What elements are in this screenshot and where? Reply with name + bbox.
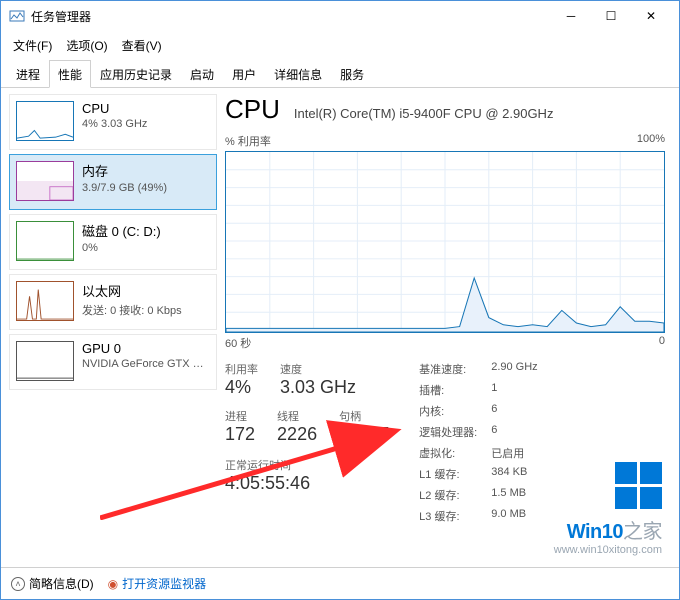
tab-processes[interactable]: 进程: [7, 60, 49, 88]
footer-bar: ˄ 简略信息(D) ◉ 打开资源监视器: [1, 567, 679, 599]
spec-base-speed-label: 基准速度:: [419, 361, 477, 377]
stat-utilization-label: 利用率: [225, 361, 258, 377]
spec-sockets: 1: [491, 382, 537, 398]
stat-threads: 2226: [277, 424, 317, 445]
sidebar-item-ethernet[interactable]: 以太网 发送: 0 接收: 0 Kbps: [9, 274, 217, 330]
spec-sockets-label: 插槽:: [419, 382, 477, 398]
spec-virt: 已启用: [491, 445, 537, 461]
menu-options[interactable]: 选项(O): [62, 35, 111, 56]
spec-l3-label: L3 缓存:: [419, 508, 477, 524]
cpu-model: Intel(R) Core(TM) i5-9400F CPU @ 2.90GHz: [294, 106, 554, 121]
spec-base-speed: 2.90 GHz: [491, 361, 537, 377]
tab-bar: 进程 性能 应用历史记录 启动 用户 详细信息 服务: [1, 60, 679, 88]
window-title: 任务管理器: [31, 8, 551, 25]
spec-l2-label: L2 缓存:: [419, 487, 477, 503]
menu-file[interactable]: 文件(F): [9, 35, 56, 56]
stat-speed: 3.03 GHz: [280, 377, 356, 398]
sidebar-item-label: 磁盘 0 (C: D:): [82, 221, 161, 240]
maximize-button[interactable]: ☐: [591, 2, 631, 30]
sidebar-item-label: 以太网: [82, 281, 182, 300]
spec-l1: 384 KB: [491, 466, 537, 482]
spec-cores: 6: [491, 403, 537, 419]
titlebar: 任务管理器 ─ ☐ ✕: [1, 1, 679, 31]
minimize-button[interactable]: ─: [551, 2, 591, 30]
main-panel: CPU Intel(R) Core(TM) i5-9400F CPU @ 2.9…: [223, 94, 671, 563]
stat-handles: 81507: [339, 424, 389, 445]
tab-performance[interactable]: 性能: [49, 60, 91, 88]
stat-threads-label: 线程: [277, 408, 317, 424]
stat-uptime: 4:05:55:46: [225, 473, 389, 494]
sidebar-item-label: CPU: [82, 101, 147, 116]
ethernet-thumbnail-icon: [16, 281, 74, 321]
chart-x-left: 60 秒: [225, 335, 251, 351]
sidebar-item-disk[interactable]: 磁盘 0 (C: D:) 0%: [9, 214, 217, 270]
chart-x-right: 0: [659, 335, 665, 351]
fewer-details-button[interactable]: ˄ 简略信息(D): [11, 575, 94, 592]
sidebar-item-cpu[interactable]: CPU 4% 3.03 GHz: [9, 94, 217, 150]
sidebar: CPU 4% 3.03 GHz 内存 3.9/7.9 GB (49%) 磁盘: [9, 94, 217, 563]
sidebar-item-sub: NVIDIA GeForce GTX … 1%: [82, 358, 210, 370]
app-icon: [9, 8, 25, 24]
collapse-icon: ˄: [11, 577, 25, 591]
resmon-icon: ◉: [108, 577, 118, 591]
menu-view[interactable]: 查看(V): [118, 35, 166, 56]
sidebar-item-gpu[interactable]: GPU 0 NVIDIA GeForce GTX … 1%: [9, 334, 217, 390]
spec-cores-label: 内核:: [419, 403, 477, 419]
stat-handles-label: 句柄: [339, 408, 389, 424]
spec-logical-label: 逻辑处理器:: [419, 424, 477, 440]
cpu-utilization-chart: [225, 151, 665, 333]
disk-thumbnail-icon: [16, 221, 74, 261]
stat-uptime-label: 正常运行时间: [225, 457, 389, 473]
sidebar-item-sub: 发送: 0 接收: 0 Kbps: [82, 302, 182, 318]
chart-y-label: % 利用率: [225, 133, 271, 149]
close-button[interactable]: ✕: [631, 2, 671, 30]
sidebar-item-sub: 0%: [82, 242, 161, 254]
stat-processes: 172: [225, 424, 255, 445]
sidebar-item-label: 内存: [82, 161, 167, 180]
spec-logical: 6: [491, 424, 537, 440]
sidebar-item-sub: 4% 3.03 GHz: [82, 118, 147, 130]
cpu-thumbnail-icon: [16, 101, 74, 141]
stat-utilization: 4%: [225, 377, 258, 398]
spec-l2: 1.5 MB: [491, 487, 537, 503]
chart-y-max: 100%: [637, 133, 665, 149]
spec-l1-label: L1 缓存:: [419, 466, 477, 482]
sidebar-item-memory[interactable]: 内存 3.9/7.9 GB (49%): [9, 154, 217, 210]
main-title: CPU: [225, 94, 280, 125]
open-resource-monitor-link[interactable]: ◉ 打开资源监视器: [108, 575, 207, 592]
tab-details[interactable]: 详细信息: [265, 60, 331, 88]
spec-l3: 9.0 MB: [491, 508, 537, 524]
tab-startup[interactable]: 启动: [181, 60, 223, 88]
tab-app-history[interactable]: 应用历史记录: [91, 60, 181, 88]
sidebar-item-label: GPU 0: [82, 341, 210, 356]
tab-services[interactable]: 服务: [331, 60, 373, 88]
stat-processes-label: 进程: [225, 408, 255, 424]
cpu-specs-grid: 基准速度:2.90 GHz 插槽:1 内核:6 逻辑处理器:6 虚拟化:已启用 …: [419, 361, 538, 524]
sidebar-item-sub: 3.9/7.9 GB (49%): [82, 182, 167, 194]
menubar: 文件(F) 选项(O) 查看(V): [1, 31, 679, 60]
gpu-thumbnail-icon: [16, 341, 74, 381]
spec-virt-label: 虚拟化:: [419, 445, 477, 461]
tab-users[interactable]: 用户: [223, 60, 265, 88]
stat-speed-label: 速度: [280, 361, 356, 377]
memory-thumbnail-icon: [16, 161, 74, 201]
